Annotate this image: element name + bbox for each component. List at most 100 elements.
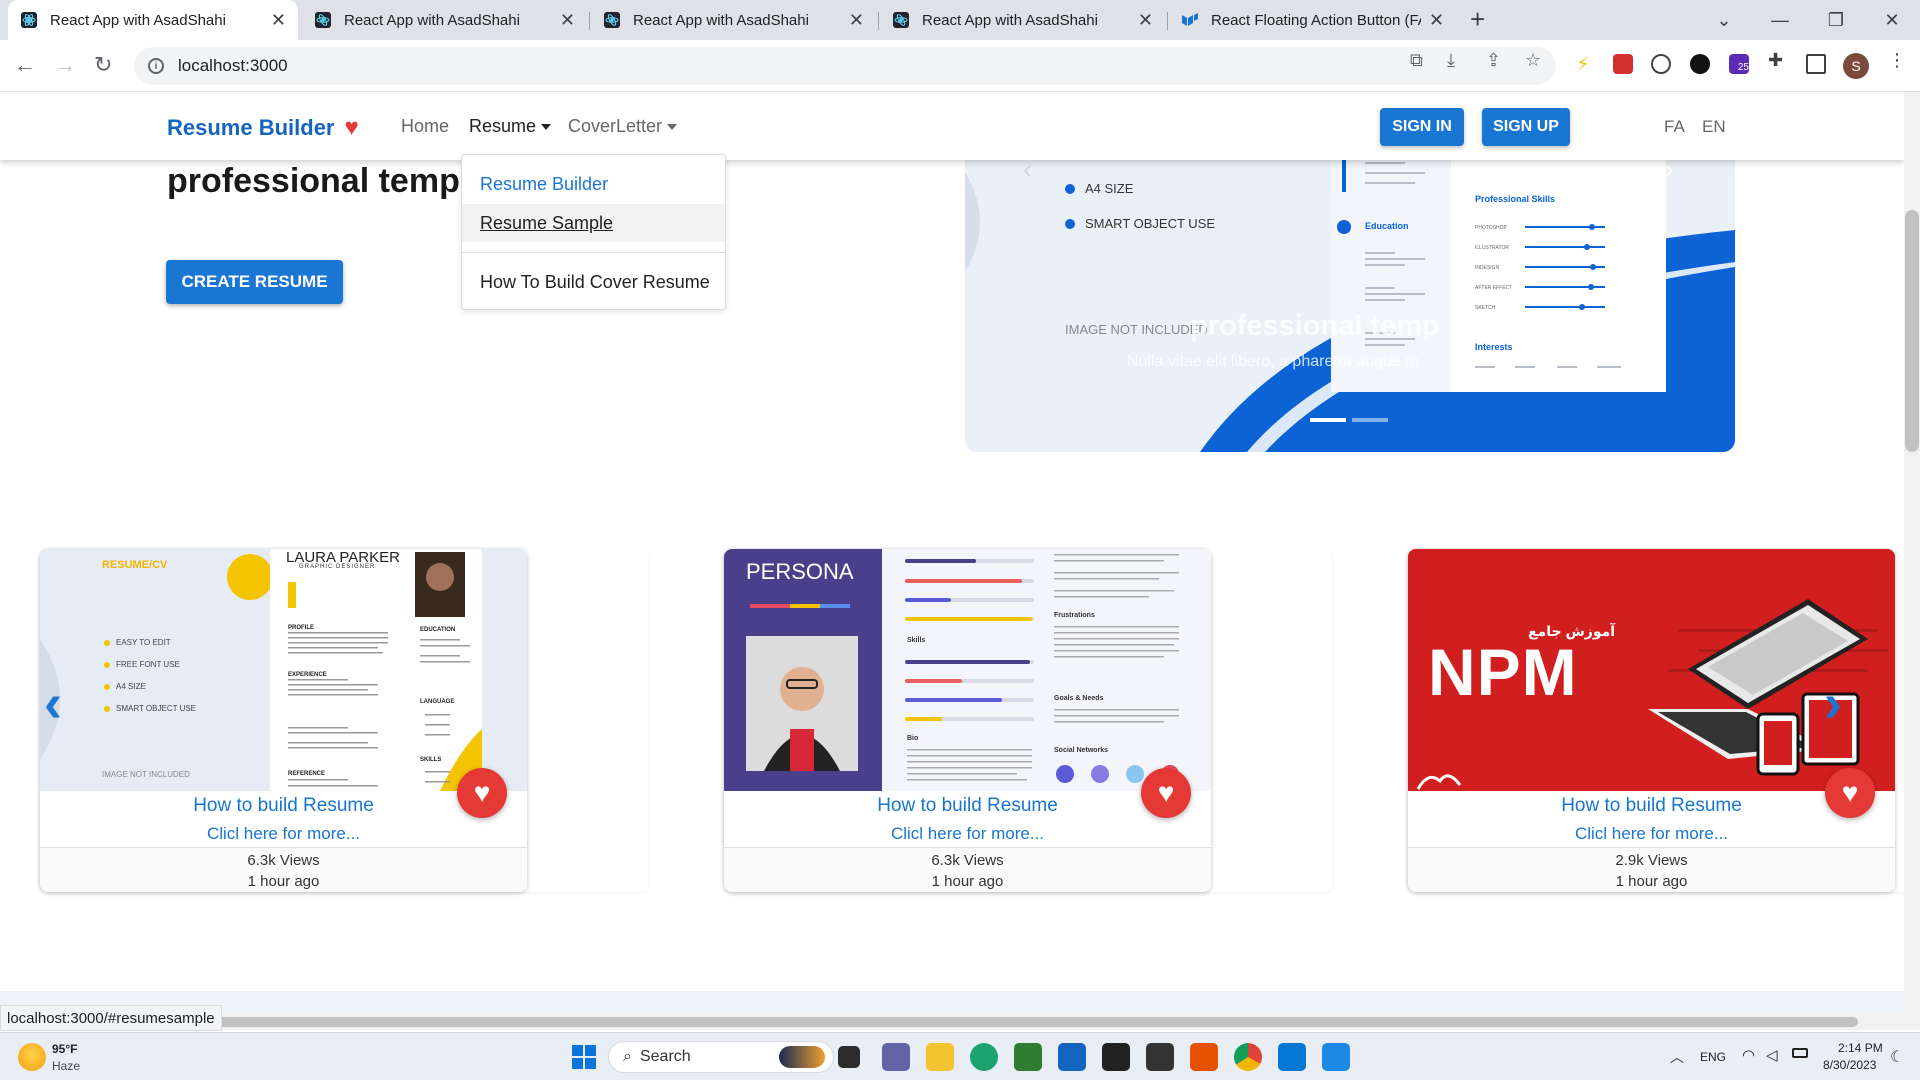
close-tab-icon[interactable]: ✕ bbox=[1138, 10, 1153, 31]
weather-temp[interactable]: 95°F bbox=[52, 1042, 77, 1056]
hero-image-note: IMAGE NOT INCLUDED bbox=[1065, 322, 1208, 337]
input-language[interactable]: ENG bbox=[1700, 1050, 1726, 1064]
minimize-icon[interactable]: — bbox=[1752, 0, 1808, 40]
wifi-icon[interactable]: ◠ bbox=[1742, 1046, 1755, 1064]
vscode-icon[interactable] bbox=[1278, 1043, 1306, 1071]
xampp-icon[interactable] bbox=[1190, 1043, 1218, 1071]
browser-tab-2[interactable]: React App with AsadShahi ✕ bbox=[302, 0, 587, 40]
windows-start-icon[interactable] bbox=[572, 1045, 596, 1069]
sticky-notes-icon[interactable] bbox=[1102, 1043, 1130, 1071]
nav-coverletter-dropdown[interactable]: CoverLetter bbox=[568, 116, 678, 137]
weather-sun-icon[interactable] bbox=[18, 1043, 46, 1071]
browser-tab-5[interactable]: React Floating Action Button (FAB) ✕ bbox=[1169, 0, 1459, 40]
slider-next-icon[interactable]: › bbox=[1824, 672, 1842, 734]
battery-icon[interactable] bbox=[1792, 1048, 1808, 1058]
vertical-scroll-thumb[interactable] bbox=[1905, 210, 1919, 452]
new-tab-button[interactable]: + bbox=[1470, 4, 1485, 35]
extension-red-icon[interactable] bbox=[1613, 54, 1633, 74]
horizontal-scroll-thumb[interactable] bbox=[210, 1017, 1858, 1027]
open-in-app-icon[interactable]: ⧉ bbox=[1410, 50, 1423, 71]
url-bar[interactable]: i localhost:3000 bbox=[134, 47, 1556, 85]
reload-icon[interactable]: ↻ bbox=[94, 52, 112, 78]
close-tab-icon[interactable]: ✕ bbox=[1429, 10, 1444, 31]
clock-time[interactable]: 2:14 PM bbox=[1838, 1041, 1883, 1055]
install-icon[interactable]: ⤓ bbox=[1447, 50, 1455, 71]
favorite-heart-button[interactable]: ♥ bbox=[1141, 768, 1191, 818]
resume-card-1[interactable]: RESUME/CV LAURA PARKER GRAPHIC DESIGNER … bbox=[40, 549, 527, 892]
site-info-icon[interactable]: i bbox=[148, 58, 164, 74]
back-icon[interactable]: ← bbox=[14, 52, 36, 78]
snipping-tool-icon[interactable] bbox=[1014, 1043, 1042, 1071]
dropdown-item-resume-sample[interactable]: Resume Sample bbox=[462, 204, 725, 242]
share-icon[interactable]: ⇪ bbox=[1486, 50, 1501, 71]
caret-down-icon bbox=[667, 124, 678, 131]
volume-icon[interactable]: ◁ bbox=[1766, 1046, 1778, 1064]
teams-chat-icon[interactable] bbox=[882, 1043, 910, 1071]
forward-icon[interactable]: → bbox=[54, 52, 76, 78]
skill-name: ILLUSTRATOR bbox=[1475, 245, 1509, 251]
sign-up-button[interactable]: SIGN UP bbox=[1482, 108, 1570, 146]
card-footer: 2.9k Views 1 hour ago bbox=[1408, 847, 1895, 892]
dropdown-item-cover-resume[interactable]: How To Build Cover Resume bbox=[462, 263, 725, 301]
browser-tab-3[interactable]: React App with AsadShahi ✕ bbox=[591, 0, 876, 40]
search-icon: ⌕ bbox=[623, 1048, 632, 1065]
chrome-browser-icon[interactable] bbox=[1234, 1043, 1262, 1071]
thumb-bullet: SMART OBJECT USE bbox=[116, 704, 197, 713]
resume-card-3[interactable]: NPM آموزش جامع How to build Resume Clicl… bbox=[1408, 549, 1895, 892]
extension-dark-icon[interactable] bbox=[1690, 54, 1710, 74]
browser-tab-4[interactable]: React App with AsadShahi ✕ bbox=[880, 0, 1165, 40]
lang-en-link[interactable]: EN bbox=[1702, 117, 1726, 137]
brand-logo[interactable]: Resume Builder ♥ bbox=[167, 114, 359, 142]
carousel-indicator[interactable] bbox=[1352, 418, 1388, 422]
favorite-heart-button[interactable]: ♥ bbox=[457, 768, 507, 818]
task-view-icon[interactable] bbox=[838, 1046, 860, 1068]
card-more-link[interactable]: Clicl here for more... bbox=[40, 824, 527, 844]
carousel-indicator-active[interactable] bbox=[1310, 418, 1346, 422]
extension-lightning-icon[interactable]: ⚡ bbox=[1573, 54, 1593, 74]
card-more-link[interactable]: Clicl here for more... bbox=[724, 824, 1211, 844]
card-title[interactable]: How to build Resume bbox=[1408, 795, 1895, 817]
dropdown-item-resume-builder[interactable]: Resume Builder bbox=[462, 165, 725, 203]
favorite-heart-button[interactable]: ♥ bbox=[1825, 768, 1875, 818]
side-panel-icon[interactable] bbox=[1806, 54, 1826, 74]
close-tab-icon[interactable]: ✕ bbox=[849, 10, 864, 31]
terminal-icon[interactable] bbox=[1146, 1043, 1174, 1071]
slider-prev-icon[interactable]: ‹ bbox=[44, 672, 62, 734]
thumb-bullet: FREE FONT USE bbox=[116, 660, 180, 669]
bookmark-star-icon[interactable]: ☆ bbox=[1525, 50, 1541, 71]
microsoft-store-icon[interactable] bbox=[1058, 1043, 1086, 1071]
close-window-icon[interactable]: ✕ bbox=[1864, 0, 1920, 40]
link-status-tooltip: localhost:3000/#resumesample bbox=[0, 1005, 222, 1031]
file-explorer-icon[interactable] bbox=[926, 1043, 954, 1071]
create-resume-button[interactable]: CREATE RESUME bbox=[166, 260, 343, 304]
thumb-bullet: A4 SIZE bbox=[116, 682, 146, 691]
nav-resume-dropdown[interactable]: Resume bbox=[469, 116, 552, 137]
react-favicon-icon bbox=[20, 11, 38, 29]
lang-fa-link[interactable]: FA bbox=[1664, 117, 1685, 137]
browser-tab-1[interactable]: React App with AsadShahi ✕ bbox=[8, 0, 298, 40]
tab-search-icon[interactable]: ⌄ bbox=[1696, 0, 1752, 40]
close-tab-icon[interactable]: ✕ bbox=[271, 10, 286, 31]
notification-bell-icon[interactable]: ☾ bbox=[1890, 1047, 1904, 1067]
edge-browser-icon[interactable] bbox=[970, 1043, 998, 1071]
screen-recorder-icon[interactable] bbox=[1322, 1043, 1350, 1071]
close-tab-icon[interactable]: ✕ bbox=[560, 10, 575, 31]
taskbar-search-box[interactable]: ⌕ Search bbox=[608, 1041, 834, 1073]
clock-date[interactable]: 8/30/2023 bbox=[1823, 1058, 1876, 1072]
card-title[interactable]: How to build Resume bbox=[40, 795, 527, 817]
search-highlight-icon bbox=[779, 1046, 825, 1068]
card-more-link[interactable]: Clicl here for more... bbox=[1408, 824, 1895, 844]
resume-card-2[interactable]: PERSONA Skills Frustrations Goals & Need… bbox=[724, 549, 1211, 892]
extension-badge-icon[interactable]: 25 bbox=[1729, 54, 1749, 74]
nav-home-link[interactable]: Home bbox=[401, 116, 449, 137]
card-title[interactable]: How to build Resume bbox=[724, 795, 1211, 817]
menu-kebab-icon[interactable]: ⋮ bbox=[1888, 50, 1906, 71]
profile-avatar[interactable]: S bbox=[1843, 53, 1869, 79]
skill-name: AFTER EFFECT bbox=[1475, 285, 1512, 291]
extensions-puzzle-icon[interactable]: ✚ bbox=[1768, 50, 1783, 71]
card-views: 6.3k Views bbox=[247, 852, 320, 869]
extension-circle-icon[interactable] bbox=[1651, 54, 1671, 74]
restore-icon[interactable]: ❐ bbox=[1808, 0, 1864, 40]
sign-in-button[interactable]: SIGN IN bbox=[1380, 108, 1464, 146]
tray-chevron-icon[interactable]: ︿ bbox=[1670, 1047, 1684, 1067]
